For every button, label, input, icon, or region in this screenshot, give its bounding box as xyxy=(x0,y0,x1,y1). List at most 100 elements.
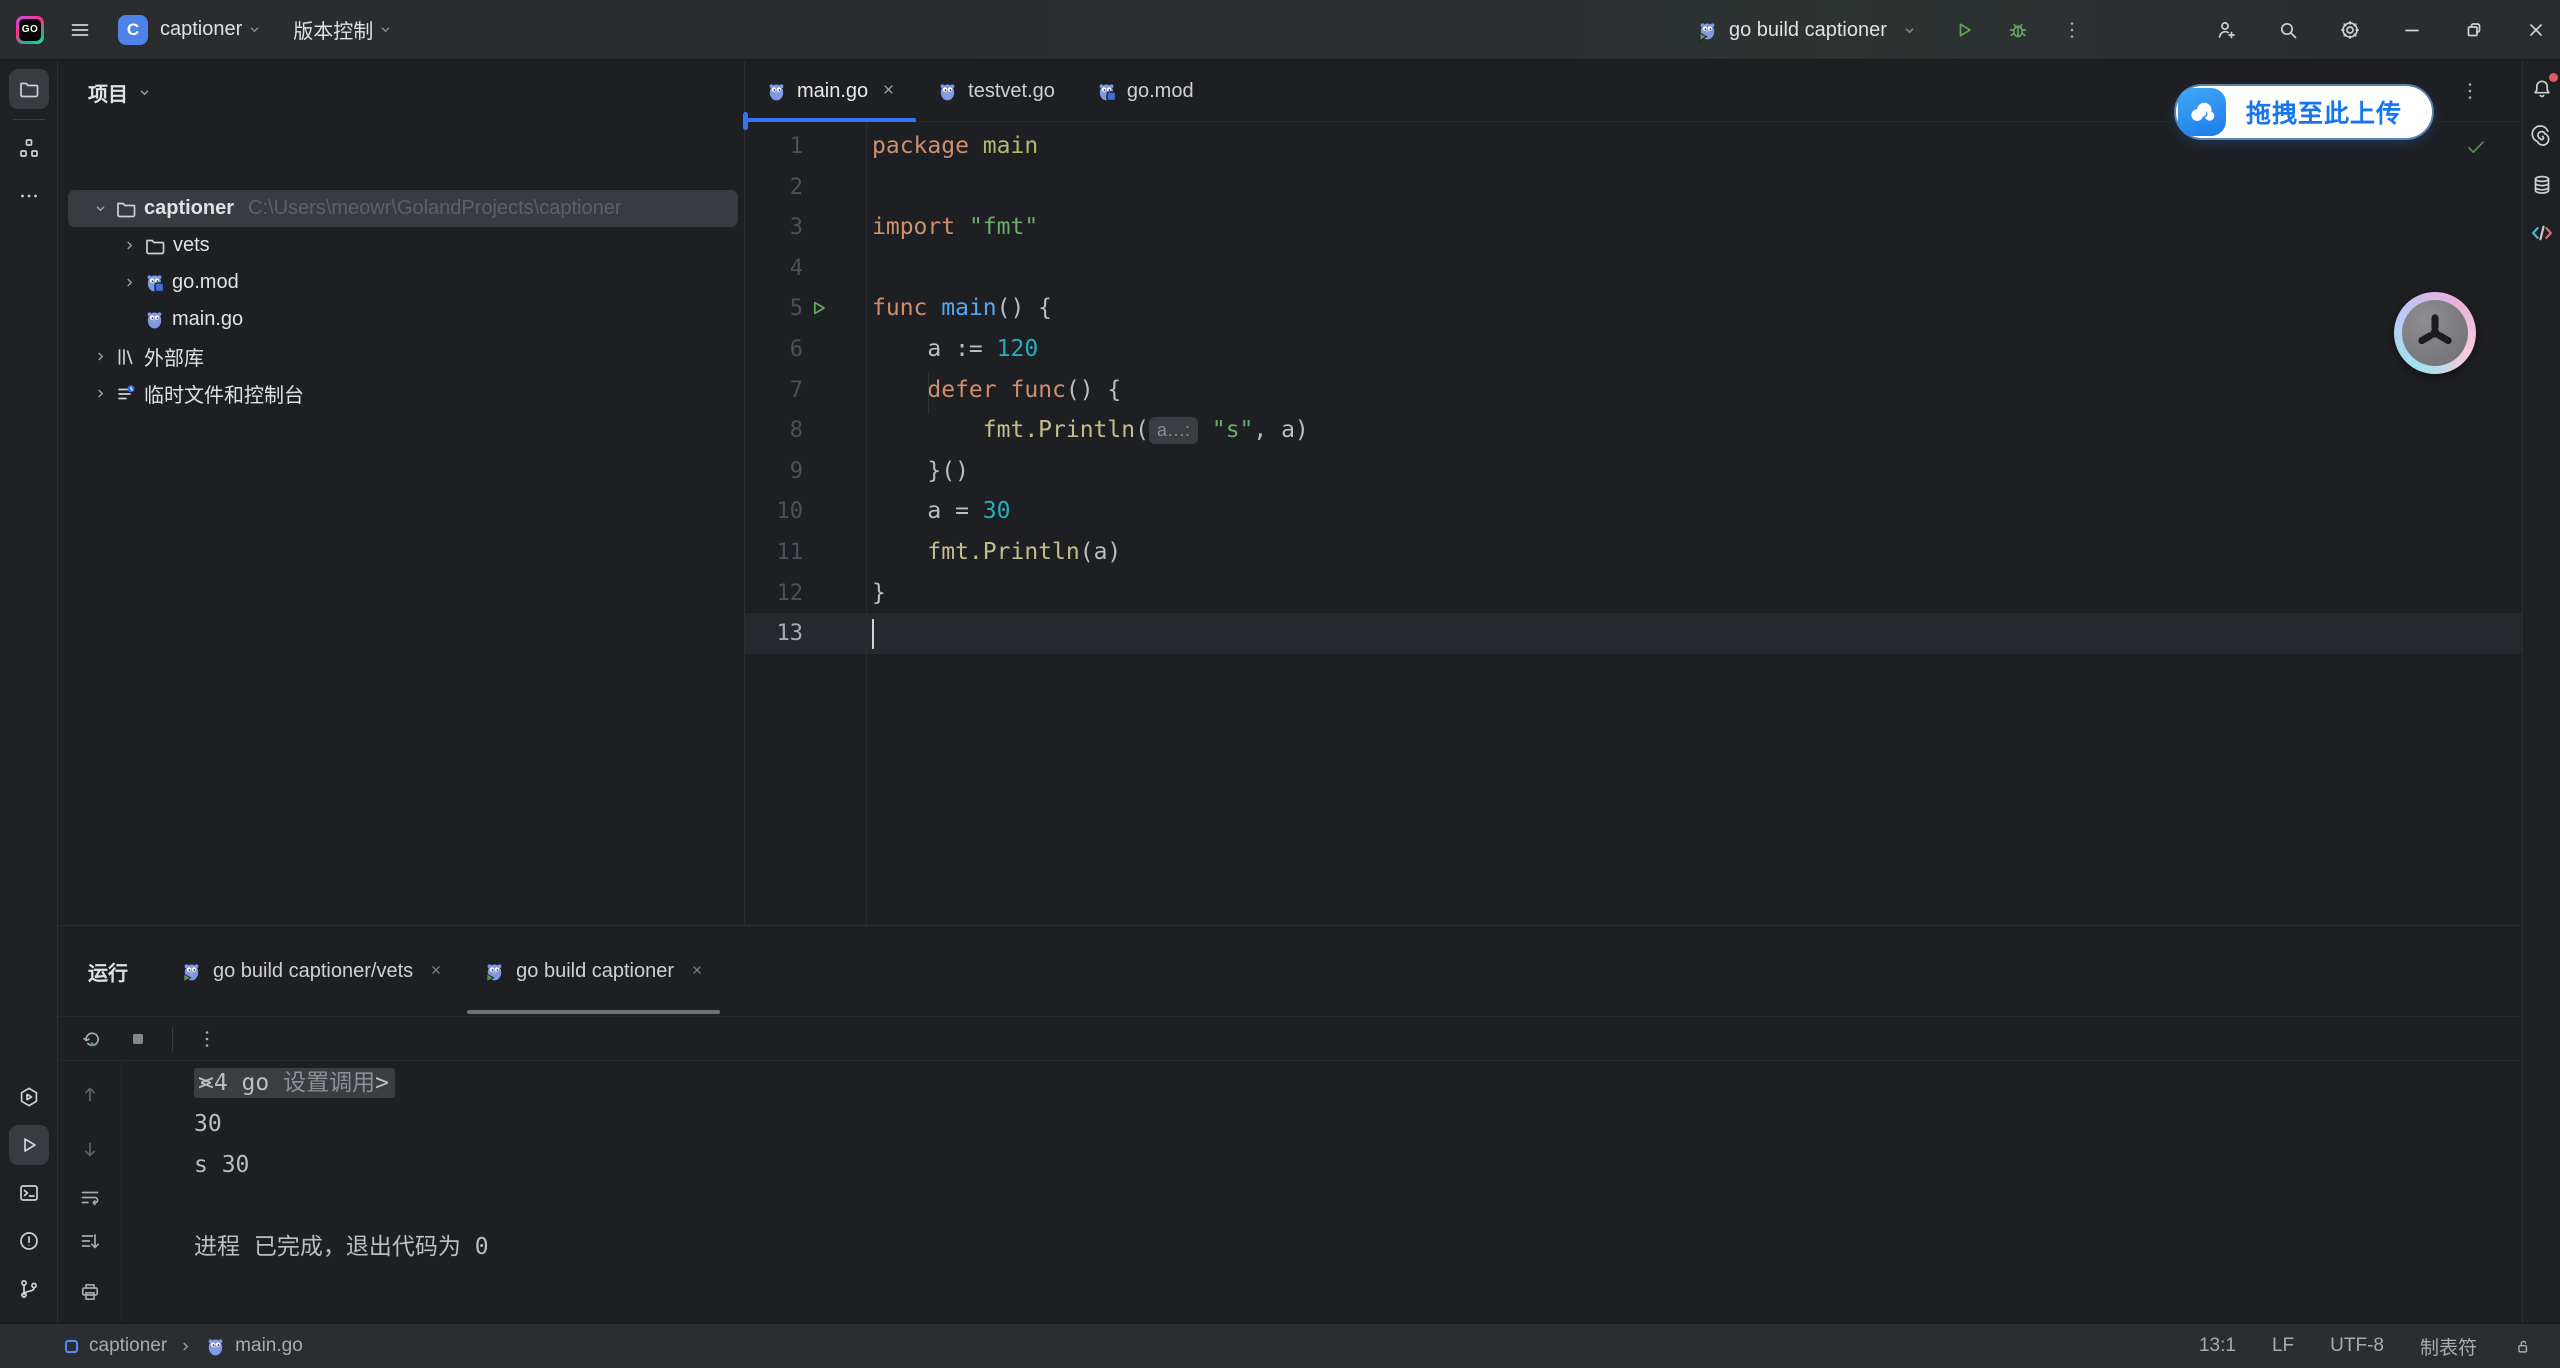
line-number[interactable]: 3 xyxy=(745,207,803,248)
status-widget-LF[interactable]: LF xyxy=(2272,1335,2294,1357)
settings-gear-icon[interactable] xyxy=(2338,18,2362,42)
go-mod-icon xyxy=(1095,80,1118,103)
editor-options-icon[interactable] xyxy=(2458,79,2482,103)
more-run-options-icon[interactable] xyxy=(2060,18,2084,42)
tab-close-icon[interactable] xyxy=(881,80,896,103)
code-line-2[interactable]: 2 xyxy=(745,167,2522,208)
tab-close-icon[interactable] xyxy=(429,960,443,983)
assistant-floating-badge[interactable] xyxy=(2394,292,2476,374)
toolwindow-button-problems[interactable] xyxy=(9,1221,49,1261)
code-text: import "fmt" xyxy=(872,207,1038,248)
gutter-run-icon[interactable] xyxy=(809,298,829,324)
tab-close-icon[interactable] xyxy=(690,960,704,983)
vcs-widget[interactable]: 版本控制 xyxy=(293,15,373,44)
stop-button[interactable] xyxy=(126,1027,150,1051)
minimize-button[interactable] xyxy=(2400,18,2424,42)
toolwindow-button-database[interactable] xyxy=(2522,165,2560,205)
run-button[interactable] xyxy=(1952,18,1976,42)
toolwindow-button-terminal[interactable] xyxy=(9,1173,49,1213)
code-line-9[interactable]: 9 }() xyxy=(745,451,2522,492)
tree-row-vets[interactable]: vets xyxy=(58,227,744,264)
line-number[interactable]: 13 xyxy=(745,613,803,654)
line-number[interactable]: 4 xyxy=(745,248,803,289)
code-line-4[interactable]: 4 xyxy=(745,248,2522,289)
rerun-button[interactable] xyxy=(80,1027,104,1051)
line-number[interactable]: 6 xyxy=(745,329,803,370)
structure-icon xyxy=(17,136,41,160)
editor-tab-go.mod[interactable]: go.mod xyxy=(1075,61,1214,121)
chevron-down-icon[interactable] xyxy=(1901,22,1918,39)
editor-tab-main.go[interactable]: main.go xyxy=(745,61,916,121)
folded-command[interactable]: <4 go 设置调用> xyxy=(194,1068,395,1098)
toolwindow-button-ai[interactable] xyxy=(2522,117,2560,157)
chevron-right-icon[interactable] xyxy=(121,274,138,291)
chevron-right-icon[interactable] xyxy=(92,385,109,402)
status-lock-widget[interactable] xyxy=(2513,1337,2532,1356)
search-everywhere-icon[interactable] xyxy=(2276,18,2300,42)
line-number[interactable]: 1 xyxy=(745,126,803,167)
line-number[interactable]: 8 xyxy=(745,410,803,451)
tree-row-main.go[interactable]: main.go xyxy=(58,301,744,338)
toolwindow-button-services[interactable] xyxy=(9,1077,49,1117)
code-editor[interactable]: 1package main23import "fmt"45func main()… xyxy=(745,122,2522,925)
line-number[interactable]: 7 xyxy=(745,370,803,411)
run-config-name[interactable]: go build captioner xyxy=(1729,19,1887,42)
line-number[interactable]: 2 xyxy=(745,167,803,208)
code-line-7[interactable]: 7 defer func() { xyxy=(745,370,2522,411)
run-tab-go build captioner/vets[interactable]: go build captioner/vets xyxy=(160,926,463,1016)
code-line-12[interactable]: 12} xyxy=(745,573,2522,614)
go-file-icon xyxy=(143,308,166,331)
run-tab-go build captioner[interactable]: go build captioner xyxy=(463,926,724,1016)
soft-wrap-icon[interactable] xyxy=(78,1186,102,1210)
toolwindow-button-bell[interactable] xyxy=(2522,69,2560,109)
breadcrumb-item-captioner[interactable]: captioner xyxy=(62,1335,167,1357)
project-panel-header[interactable]: 项目 xyxy=(58,61,744,123)
code-line-13[interactable]: 13 xyxy=(745,613,2522,654)
line-number[interactable]: 11 xyxy=(745,532,803,573)
toolwindow-button-git[interactable] xyxy=(9,1269,49,1309)
scroll-end-icon[interactable] xyxy=(78,1230,102,1254)
line-number[interactable]: 10 xyxy=(745,491,803,532)
tree-row-临时文件和控制台[interactable]: 临时文件和控制台 xyxy=(58,375,744,412)
toolwindow-button-code-tag[interactable] xyxy=(2522,213,2560,253)
toolwindow-button-play[interactable] xyxy=(9,1125,49,1165)
chevron-right-icon[interactable] xyxy=(121,237,138,254)
upload-overlay-button[interactable]: 拖拽至此上传 xyxy=(2176,86,2432,138)
tree-row-外部库[interactable]: 外部库 xyxy=(58,338,744,375)
toolwindow-button-folder[interactable] xyxy=(9,69,49,109)
project-avatar[interactable]: C xyxy=(118,15,148,45)
project-widget[interactable]: captioner xyxy=(160,18,242,41)
chevron-right-icon[interactable] xyxy=(92,348,109,365)
toolwindow-button-more-h[interactable] xyxy=(9,176,49,216)
debug-button[interactable] xyxy=(2006,18,2030,42)
restore-button[interactable] xyxy=(2462,18,2486,42)
chevron-down-icon[interactable] xyxy=(92,200,109,217)
tree-row-go.mod[interactable]: go.mod xyxy=(58,264,744,301)
code-line-8[interactable]: 8 fmt.Println(a…: "s", a) xyxy=(745,410,2522,451)
arrow-up-icon[interactable] xyxy=(78,1082,102,1106)
main-menu-icon[interactable] xyxy=(68,18,92,42)
breadcrumb-item-main.go[interactable]: main.go xyxy=(204,1335,303,1358)
print-icon[interactable] xyxy=(78,1280,102,1304)
code-line-3[interactable]: 3 import "fmt" xyxy=(745,207,2522,248)
toolwindow-button-structure[interactable] xyxy=(9,128,49,168)
line-number[interactable]: 9 xyxy=(745,451,803,492)
code-line-5[interactable]: 5func main() { xyxy=(745,288,2522,329)
code-line-11[interactable]: 11 fmt.Println(a) xyxy=(745,532,2522,573)
arrow-down-icon[interactable] xyxy=(78,1138,102,1162)
code-line-10[interactable]: 10 a = 30 xyxy=(745,491,2522,532)
library-icon xyxy=(114,345,138,369)
line-number[interactable]: 5 xyxy=(745,288,803,329)
editor-tab-testvet.go[interactable]: testvet.go xyxy=(916,61,1075,121)
status-widget-13:1[interactable]: 13:1 xyxy=(2199,1335,2236,1357)
status-widget-UTF-8[interactable]: UTF-8 xyxy=(2330,1335,2384,1357)
close-button[interactable] xyxy=(2524,18,2548,42)
tree-row-captioner[interactable]: captionerC:\Users\meowr\GolandProjects\c… xyxy=(58,190,744,227)
line-number[interactable]: 12 xyxy=(745,573,803,614)
code-with-me-icon[interactable] xyxy=(2214,18,2238,42)
console-output[interactable]: ><4 go 设置调用>30s 30进程 已完成，退出代码为 0 xyxy=(122,1062,2522,1323)
status-widget-制表符[interactable]: 制表符 xyxy=(2420,1333,2477,1360)
splitter-accent xyxy=(743,112,748,130)
code-line-6[interactable]: 6 a := 120 xyxy=(745,329,2522,370)
more-console-options-icon[interactable] xyxy=(195,1027,219,1051)
